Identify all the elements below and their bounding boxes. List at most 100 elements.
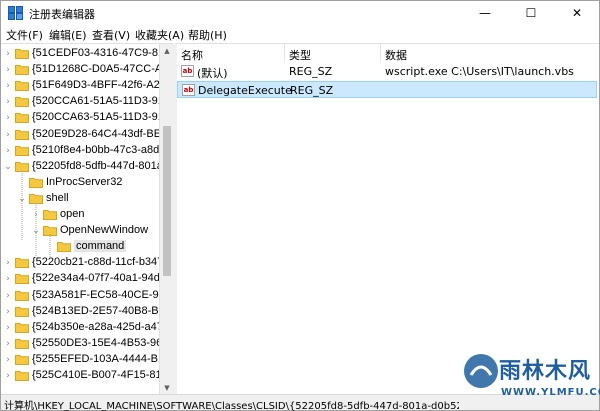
tree-item-label: {51F649D3-4BFF-42f6-A253- bbox=[32, 79, 173, 92]
chevron-right-icon[interactable]: › bbox=[3, 111, 13, 125]
tree-item[interactable]: command bbox=[1, 239, 159, 255]
tree-item[interactable]: InProcServer32 bbox=[1, 175, 159, 191]
column-header-type[interactable]: 类型 bbox=[285, 44, 381, 62]
minimize-button[interactable]: — bbox=[462, 1, 508, 25]
column-header-data[interactable]: 数据 bbox=[381, 44, 599, 62]
tree-item-label: InProcServer32 bbox=[46, 175, 123, 188]
tree-item[interactable]: › {522e34a4-07f7-40a1-94d0- bbox=[1, 271, 170, 287]
value-list[interactable]: 名称 类型 数据 ab (默认) REG_SZ wscript.exe C:\User… bbox=[177, 43, 599, 394]
chevron-right-icon[interactable]: › bbox=[3, 305, 13, 319]
scroll-down-icon[interactable]: ▼ bbox=[160, 381, 173, 394]
string-value-icon: ab bbox=[181, 65, 194, 77]
folder-icon bbox=[15, 81, 29, 92]
title-bar[interactable]: 注册表编辑器 — ☐ ✕ bbox=[1, 1, 599, 25]
chevron-right-icon[interactable]: › bbox=[3, 321, 13, 335]
tree-item-label: {51CEDF03-4316-47C9-810( bbox=[32, 47, 173, 59]
tree-item[interactable]: ⌄ {52205fd8-5dfb-447d-801a- bbox=[1, 159, 167, 175]
tree-item[interactable]: › {51F649D3-4BFF-42f6-A253- bbox=[1, 78, 173, 94]
watermark-logo-icon bbox=[464, 354, 498, 388]
chevron-down-icon[interactable]: ⌄ bbox=[31, 224, 41, 238]
chevron-right-icon[interactable]: › bbox=[3, 47, 13, 61]
tree-item-label: {520CCA61-51A5-11D3-914 bbox=[32, 95, 170, 108]
chevron-right-icon[interactable]: › bbox=[3, 289, 13, 303]
chevron-right-icon[interactable]: › bbox=[3, 63, 13, 77]
tree-item[interactable]: › {51D1268C-D0A5-47CC-A51 bbox=[1, 62, 173, 78]
chevron-right-icon[interactable]: › bbox=[3, 369, 13, 383]
chevron-right-icon[interactable]: › bbox=[31, 208, 41, 222]
value-row[interactable]: ab DelegateExecute REG_SZ bbox=[177, 81, 597, 98]
folder-icon bbox=[15, 97, 29, 108]
watermark-url: WWW.YLMFU.COM bbox=[501, 387, 600, 398]
folder-icon bbox=[15, 290, 29, 301]
close-button[interactable]: ✕ bbox=[554, 1, 600, 25]
tree-item[interactable]: › open bbox=[1, 207, 159, 223]
value-name: (默认) bbox=[197, 67, 228, 80]
tree-item[interactable]: › {5220cb21-c88d-11cf-b347- bbox=[1, 255, 167, 271]
menu-view[interactable]: 查看(V) bbox=[92, 27, 130, 43]
tree-item[interactable]: › {51CEDF03-4316-47C9-810( bbox=[1, 46, 173, 62]
registry-path: 计算机\HKEY_LOCAL_MACHINE\SOFTWARE\Classes\… bbox=[4, 401, 459, 411]
tree-item-label: {520CCA63-51A5-11D3-914 bbox=[32, 111, 170, 124]
value-name: DelegateExecute bbox=[198, 84, 292, 97]
folder-icon bbox=[15, 354, 29, 365]
folder-icon bbox=[43, 226, 57, 237]
folder-icon bbox=[15, 322, 29, 333]
tree-item[interactable]: › {525C410E-B007-4F15-81DE bbox=[1, 368, 173, 384]
chevron-down-icon[interactable]: ⌄ bbox=[17, 192, 27, 206]
chevron-right-icon[interactable]: › bbox=[3, 128, 13, 142]
tree-item[interactable]: ⌄ OpenNewWindow bbox=[1, 223, 159, 239]
registry-editor-icon bbox=[8, 6, 23, 20]
tree-item-label: {52205fd8-5dfb-447d-801a- bbox=[32, 159, 167, 172]
value-data: wscript.exe C:\Users\IT\launch.vbs bbox=[385, 65, 574, 78]
folder-icon bbox=[15, 113, 29, 124]
menu-favorites[interactable]: 收藏夹(A) bbox=[135, 27, 184, 43]
folder-icon bbox=[15, 161, 29, 172]
site-watermark: 雨林木风 WWW.YLMFU.COM bbox=[459, 347, 600, 411]
folder-icon bbox=[15, 65, 29, 76]
chevron-right-icon[interactable]: › bbox=[3, 272, 13, 286]
value-type: REG_SZ bbox=[290, 84, 334, 97]
chevron-down-icon[interactable]: ⌄ bbox=[3, 160, 13, 174]
menu-file[interactable]: 文件(F) bbox=[6, 27, 43, 43]
chevron-right-icon[interactable]: › bbox=[3, 95, 13, 109]
registry-editor-window: 注册表编辑器 — ☐ ✕ 文件(F) 编辑(E) 查看(V) 收藏夹(A) 帮助… bbox=[0, 0, 600, 411]
tree-scrollbar[interactable]: ▲ ▼ bbox=[159, 44, 173, 394]
chevron-right-icon[interactable]: › bbox=[3, 144, 13, 158]
tree-item[interactable]: › {520CCA63-51A5-11D3-914 bbox=[1, 110, 170, 126]
scroll-thumb[interactable] bbox=[163, 126, 171, 276]
tree-item[interactable]: › {52550DE3-15E4-4B53-9670 bbox=[1, 336, 173, 352]
chevron-right-icon[interactable]: › bbox=[3, 256, 13, 270]
chevron-right-icon[interactable]: › bbox=[3, 79, 13, 93]
tree-item-label: {523A581F-EC58-40CE-99D3 bbox=[32, 288, 173, 301]
maximize-button[interactable]: ☐ bbox=[508, 1, 554, 25]
value-row[interactable]: ab (默认) REG_SZ wscript.exe C:\Users\IT\laun… bbox=[177, 63, 597, 80]
folder-icon bbox=[15, 306, 29, 317]
menu-edit[interactable]: 编辑(E) bbox=[49, 27, 87, 43]
key-tree[interactable]: › {51CEDF03-4316-47C9-810( › {51D1268C-D0A5… bbox=[1, 43, 173, 394]
tree-item-label: {525C410E-B007-4F15-81DE bbox=[32, 369, 173, 381]
tree-item[interactable]: › {5255EFED-103A-4444-B124 bbox=[1, 352, 173, 368]
column-header-name[interactable]: 名称 bbox=[177, 44, 285, 62]
folder-icon bbox=[29, 193, 43, 204]
menu-help[interactable]: 帮助(H) bbox=[188, 27, 227, 43]
folder-icon bbox=[15, 274, 29, 285]
tree-item-label: {51D1268C-D0A5-47CC-A51 bbox=[32, 63, 173, 76]
tree-item[interactable]: › {520CCA61-51A5-11D3-914 bbox=[1, 94, 170, 110]
chevron-right-icon[interactable]: › bbox=[3, 353, 13, 367]
tree-item[interactable]: › {520E9D28-64C4-43df-BEEE bbox=[1, 127, 173, 143]
tree-item[interactable]: › {5210f8e4-b0bb-47c3-a8d9 bbox=[1, 143, 165, 159]
tree-item[interactable]: › {524b350e-a28a-425d-a472 bbox=[1, 320, 169, 336]
chevron-right-icon[interactable]: › bbox=[3, 337, 13, 351]
watermark-text: 雨林木风 bbox=[499, 358, 592, 384]
folder-icon bbox=[15, 371, 29, 381]
tree-item[interactable]: › {523A581F-EC58-40CE-99D3 bbox=[1, 288, 173, 304]
tree-item-label: {5210f8e4-b0bb-47c3-a8d9 bbox=[32, 143, 166, 156]
tree-item[interactable]: ⌄ shell bbox=[1, 191, 159, 207]
folder-icon bbox=[57, 242, 71, 253]
window-title: 注册表编辑器 bbox=[29, 8, 95, 21]
scroll-up-icon[interactable]: ▲ bbox=[160, 44, 173, 58]
folder-icon bbox=[15, 258, 29, 269]
tree-item-label: {520E9D28-64C4-43df-BEEE bbox=[32, 127, 173, 140]
tree-item-label: {5220cb21-c88d-11cf-b347- bbox=[32, 256, 167, 269]
tree-item[interactable]: › {524B13ED-2E57-40B8-B801 bbox=[1, 304, 173, 320]
